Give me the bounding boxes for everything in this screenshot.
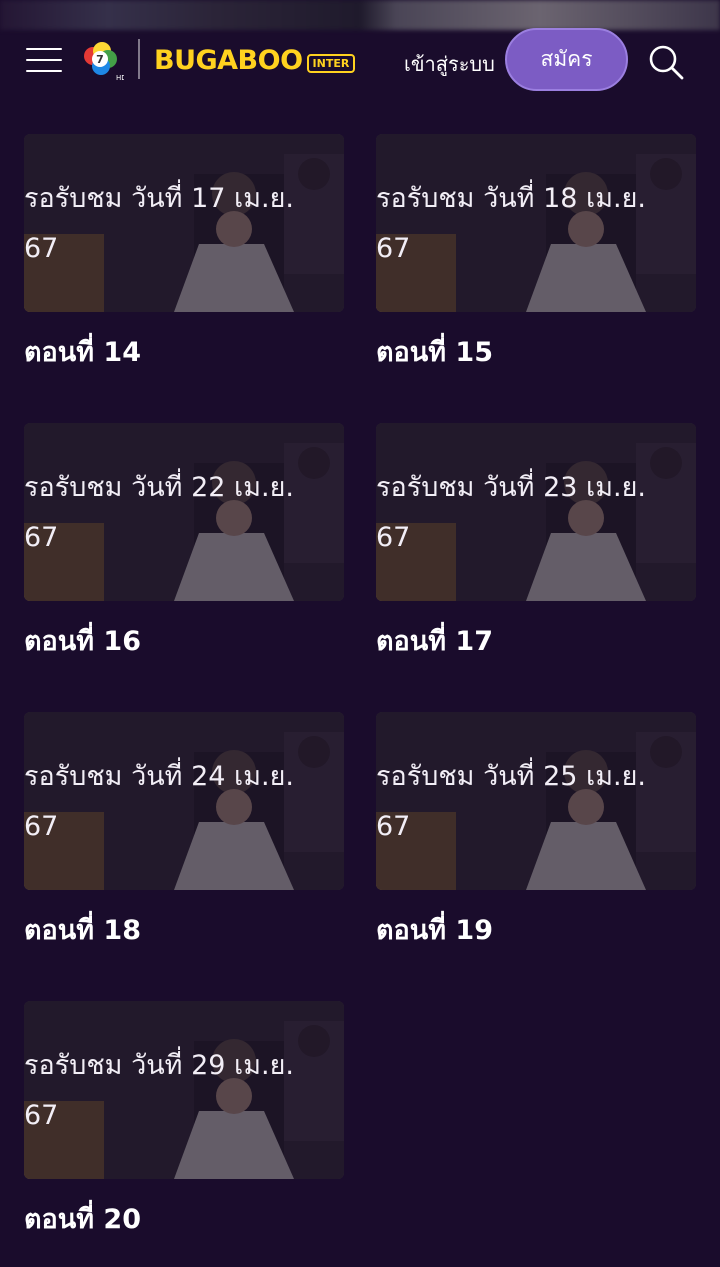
episode-status: รอรับชม วันที่ 24 เม.ย. 67 (24, 761, 295, 842)
episode-card[interactable]: รอรับชม วันที่ 23 เม.ย. 67 ตอนที่ 17 (376, 423, 696, 662)
svg-text:HD: HD (116, 74, 124, 82)
search-icon[interactable] (646, 42, 686, 82)
episode-title[interactable]: ตอนที่ 16 (24, 619, 344, 662)
episode-thumbnail: รอรับชม วันที่ 23 เม.ย. 67 (376, 423, 696, 601)
ch7-hd-logo[interactable]: 7 HD (82, 42, 124, 82)
episode-thumbnail: รอรับชม วันที่ 22 เม.ย. 67 (24, 423, 344, 601)
episode-status: รอรับชม วันที่ 17 เม.ย. 67 (24, 183, 295, 264)
episode-title[interactable]: ตอนที่ 20 (24, 1197, 344, 1240)
episode-title[interactable]: ตอนที่ 17 (376, 619, 696, 662)
episode-thumbnail: รอรับชม วันที่ 18 เม.ย. 67 (376, 134, 696, 312)
brand-name: BUGABOO (154, 44, 303, 76)
episode-thumbnail: รอรับชม วันที่ 29 เม.ย. 67 (24, 1001, 344, 1179)
brand-badge: INTER (306, 53, 356, 73)
episode-title[interactable]: ตอนที่ 14 (24, 330, 344, 373)
signup-button[interactable]: สมัคร (505, 28, 628, 91)
episode-thumbnail: รอรับชม วันที่ 24 เม.ย. 67 (24, 712, 344, 890)
episode-status: รอรับชม วันที่ 22 เม.ย. 67 (24, 472, 295, 553)
episode-card[interactable]: รอรับชม วันที่ 22 เม.ย. 67 ตอนที่ 16 (24, 423, 344, 662)
header-divider (138, 39, 140, 79)
episode-card[interactable]: รอรับชม วันที่ 29 เม.ย. 67 ตอนที่ 20 (24, 1001, 344, 1240)
episode-title[interactable]: ตอนที่ 18 (24, 908, 344, 951)
episode-title[interactable]: ตอนที่ 19 (376, 908, 696, 951)
episode-card[interactable]: รอรับชม วันที่ 25 เม.ย. 67 ตอนที่ 19 (376, 712, 696, 951)
episode-status: รอรับชม วันที่ 18 เม.ย. 67 (376, 183, 647, 264)
bugaboo-inter-logo[interactable]: BUGABOO INTER (154, 42, 356, 78)
episode-card[interactable]: รอรับชม วันที่ 17 เม.ย. 67 ตอนที่ 14 (24, 134, 344, 373)
login-link[interactable]: เข้าสู่ระบบ (404, 48, 495, 80)
episode-status: รอรับชม วันที่ 29 เม.ย. 67 (24, 1050, 295, 1131)
hamburger-menu-icon[interactable] (26, 48, 62, 72)
episode-title[interactable]: ตอนที่ 15 (376, 330, 696, 373)
episode-card[interactable]: รอรับชม วันที่ 24 เม.ย. 67 ตอนที่ 18 (24, 712, 344, 951)
episode-thumbnail: รอรับชม วันที่ 25 เม.ย. 67 (376, 712, 696, 890)
svg-text:7: 7 (96, 53, 104, 66)
episode-status: รอรับชม วันที่ 23 เม.ย. 67 (376, 472, 647, 553)
site-header: 7 HD BUGABOO INTER เข้าสู่ระบบ สมัคร (0, 22, 720, 102)
episode-card[interactable]: รอรับชม วันที่ 18 เม.ย. 67 ตอนที่ 15 (376, 134, 696, 373)
episode-thumbnail: รอรับชม วันที่ 17 เม.ย. 67 (24, 134, 344, 312)
episode-status: รอรับชม วันที่ 25 เม.ย. 67 (376, 761, 647, 842)
